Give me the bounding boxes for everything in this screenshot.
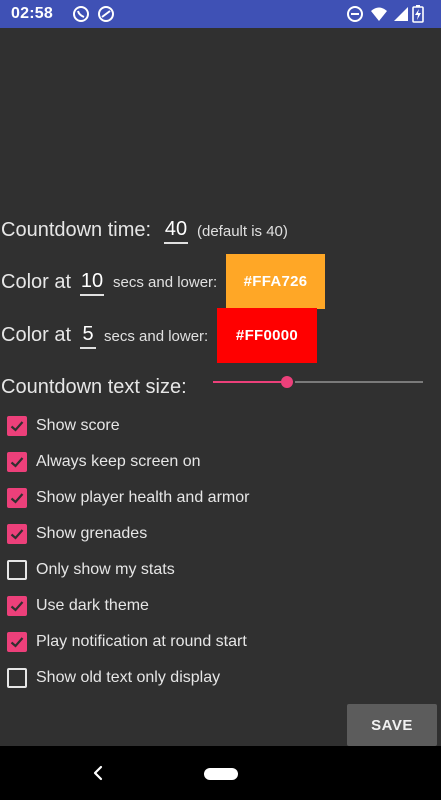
wifi-icon: [371, 7, 387, 21]
checkbox-label: Play notification at round start: [36, 633, 247, 650]
check-icon: [10, 421, 24, 432]
checkbox-label: Always keep screen on: [36, 453, 201, 470]
slider-track: [295, 381, 423, 383]
check-icon: [10, 637, 24, 648]
checkbox-label: Show old text only display: [36, 669, 221, 686]
slider-track-active: [213, 381, 287, 383]
color-threshold-1-suffix: secs and lower:: [113, 274, 218, 291]
slider-thumb[interactable]: [281, 376, 293, 388]
battery-charging-icon: [412, 5, 424, 23]
checkbox-row[interactable]: Only show my stats: [7, 558, 175, 582]
checkbox-checked[interactable]: [7, 596, 27, 616]
home-pill-button[interactable]: [204, 768, 238, 780]
status-bar: 02:58: [0, 0, 441, 28]
checkbox-unchecked[interactable]: [7, 668, 27, 688]
checkbox-unchecked[interactable]: [7, 560, 27, 580]
color-threshold-1-input[interactable]: 10: [80, 270, 104, 296]
check-icon: [10, 457, 24, 468]
do-not-disturb-icon: [347, 6, 363, 22]
checkbox-row[interactable]: Always keep screen on: [7, 450, 201, 474]
save-button[interactable]: SAVE: [347, 704, 437, 746]
color-picker-button-2[interactable]: #FF0000: [217, 308, 317, 363]
back-icon[interactable]: [88, 763, 108, 783]
checkbox-label: Use dark theme: [36, 597, 149, 614]
checkbox-row[interactable]: Play notification at round start: [7, 630, 247, 654]
checkbox-checked[interactable]: [7, 632, 27, 652]
color-threshold-2-input[interactable]: 5: [80, 323, 96, 349]
checkbox-checked[interactable]: [7, 452, 27, 472]
color-picker-button-1[interactable]: #FFA726: [226, 254, 325, 309]
countdown-time-input[interactable]: 40: [164, 218, 188, 244]
checkbox-label: Show player health and armor: [36, 489, 250, 506]
checkbox-checked[interactable]: [7, 488, 27, 508]
checkbox-row[interactable]: Show score: [7, 414, 120, 438]
checkbox-row[interactable]: Show old text only display: [7, 666, 220, 690]
check-icon: [10, 493, 24, 504]
signal-icon: [394, 7, 408, 21]
checkbox-label: Show score: [36, 417, 120, 434]
countdown-time-label: Countdown time:: [1, 219, 152, 241]
check-icon: [10, 529, 24, 540]
checkbox-checked[interactable]: [7, 416, 27, 436]
whatsapp-icon: [73, 6, 89, 22]
color-threshold-2-prefix: Color at: [1, 324, 72, 346]
text-size-slider[interactable]: [213, 372, 423, 392]
text-size-label: Countdown text size:: [1, 376, 187, 398]
check-icon: [10, 601, 24, 612]
checkbox-label: Show grenades: [36, 525, 148, 542]
checkbox-checked[interactable]: [7, 524, 27, 544]
checkbox-row[interactable]: Use dark theme: [7, 594, 149, 618]
color-threshold-1-prefix: Color at: [1, 271, 72, 293]
checkbox-row[interactable]: Show grenades: [7, 522, 147, 546]
checkbox-label: Only show my stats: [36, 561, 175, 578]
sync-icon: [98, 6, 114, 22]
status-time: 02:58: [11, 5, 53, 22]
countdown-default-hint: (default is 40): [197, 223, 288, 240]
color-threshold-2-suffix: secs and lower:: [104, 328, 209, 345]
checkbox-row[interactable]: Show player health and armor: [7, 486, 249, 510]
